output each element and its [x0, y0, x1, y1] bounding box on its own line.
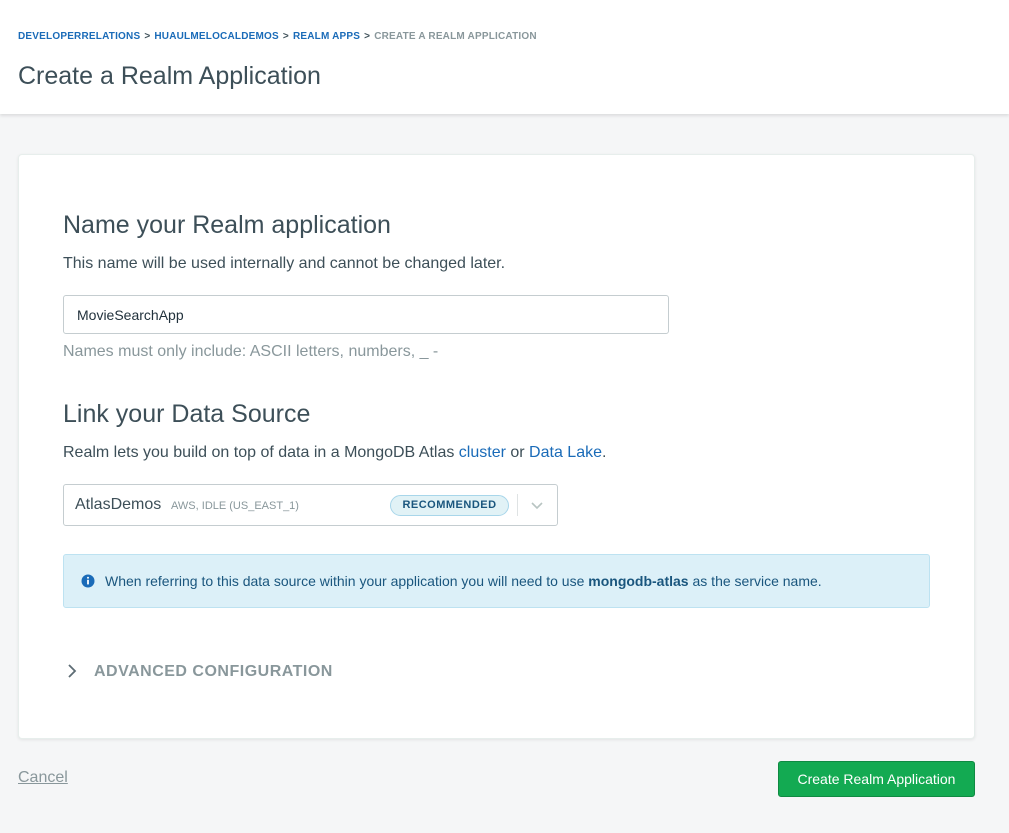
info-banner: When referring to this data source withi…	[63, 554, 930, 608]
name-section-title: Name your Realm application	[63, 211, 391, 239]
breadcrumb-item-project[interactable]: HUAULMELOCALDEMOS	[154, 31, 279, 42]
breadcrumb: DEVELOPERRELATIONS > HUAULMELOCALDEMOS > REA…	[18, 31, 537, 42]
advanced-configuration-label: ADVANCED CONFIGURATION	[94, 663, 333, 680]
data-source-description: Realm lets you build on top of data in a…	[63, 444, 606, 462]
breadcrumb-current: CREATE A REALM APPLICATION	[374, 31, 537, 42]
cancel-link[interactable]: Cancel	[18, 769, 68, 787]
create-realm-application-button[interactable]: Create Realm Application	[778, 761, 975, 797]
data-source-description-mid: or	[505, 444, 530, 461]
breadcrumb-separator: >	[364, 31, 371, 42]
app-name-hint: Names must only include: ASCII letters, …	[63, 343, 439, 360]
page-title: Create a Realm Application	[18, 62, 321, 90]
page-header: DEVELOPERRELATIONS > HUAULMELOCALDEMOS > REA…	[0, 0, 1009, 114]
data-source-select[interactable]: AtlasDemos AWS, IDLE (US_EAST_1) RECOMME…	[63, 484, 558, 526]
breadcrumb-item-realm-apps[interactable]: REALM APPS	[293, 31, 360, 42]
create-app-card: Name your Realm application This name wi…	[18, 154, 975, 739]
data-source-section-title: Link your Data Source	[63, 400, 311, 428]
recommended-badge: RECOMMENDED	[390, 495, 509, 516]
breadcrumb-separator: >	[282, 31, 289, 42]
data-lake-link[interactable]: Data Lake	[529, 444, 602, 461]
breadcrumb-item-org[interactable]: DEVELOPERRELATIONS	[18, 31, 140, 42]
info-text: When referring to this data source withi…	[105, 573, 822, 589]
data-source-meta: AWS, IDLE (US_EAST_1)	[171, 500, 299, 512]
chevron-right-icon	[68, 664, 77, 678]
service-name: mongodb-atlas	[588, 573, 689, 589]
info-text-pre: When referring to this data source withi…	[105, 573, 589, 589]
data-source-description-pre: Realm lets you build on top of data in a…	[63, 444, 459, 461]
info-text-post: as the service name.	[688, 573, 822, 589]
app-name-input[interactable]	[63, 295, 669, 334]
select-divider	[517, 494, 518, 516]
info-icon	[81, 574, 95, 588]
data-source-description-post: .	[601, 444, 607, 461]
cluster-link[interactable]: cluster	[459, 444, 506, 461]
chevron-down-icon[interactable]	[530, 498, 544, 512]
name-section-description: This name will be used internally and ca…	[63, 255, 506, 272]
data-source-name: AtlasDemos	[75, 496, 162, 513]
breadcrumb-separator: >	[144, 31, 151, 42]
